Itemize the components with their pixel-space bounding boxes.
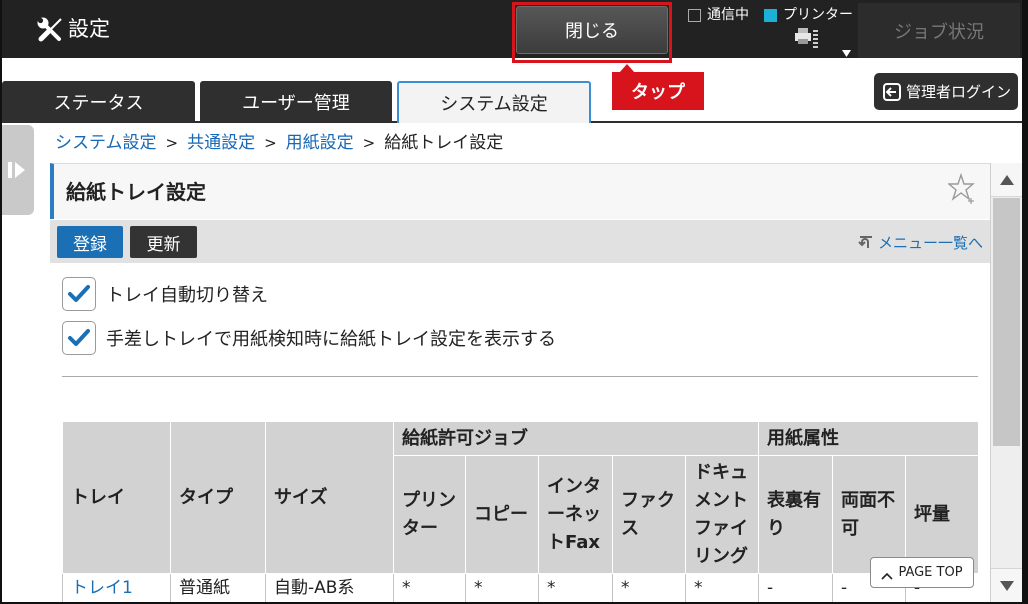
cell-job-copy: * [465, 573, 539, 602]
tab-system-settings[interactable]: システム設定 [397, 81, 591, 123]
header-size: サイズ [265, 421, 394, 574]
app-title: 設定 [68, 17, 110, 41]
checkbox-empty-icon [688, 8, 701, 22]
breadcrumb-separator: > [165, 134, 179, 152]
breadcrumb-current: 給紙トレイ設定 [384, 133, 504, 153]
tab-system-settings-label: システム設定 [440, 94, 548, 115]
header-no-duplex: 両面不可 [832, 455, 907, 574]
printer-icon [795, 27, 819, 49]
cell-tray: トレイ1 [62, 573, 171, 602]
printer-menu-button[interactable] [792, 25, 854, 57]
admin-login-button[interactable]: 管理者ログイン [874, 73, 1018, 110]
check-icon [68, 285, 90, 302]
tab-user-management[interactable]: ユーザー管理 [200, 81, 392, 122]
header-copy: コピー [465, 455, 539, 574]
login-icon [882, 82, 902, 102]
breadcrumb-link-common-settings[interactable]: 共通設定 [187, 131, 255, 155]
update-button-label: 更新 [146, 234, 181, 255]
toolbar: 登録 更新 メニュー一覧へ [50, 220, 990, 263]
tray-table-container: トレイ タイプ サイズ 給紙許可ジョブ 用紙属性 プリンター コピー インターネ… [62, 421, 978, 602]
page-title: 給紙トレイ設定 [66, 180, 206, 204]
cell-attr-front-back: - [758, 573, 834, 602]
header-type: タイプ [170, 421, 266, 574]
job-status-button[interactable]: ジョブ状況 [858, 3, 1020, 58]
cell-job-internet-fax: * [538, 573, 613, 602]
option-label: 手差しトレイで用紙検知時に給紙トレイ設定を表示する [106, 329, 556, 350]
scroll-up-button[interactable] [991, 163, 1022, 197]
cell-job-fax: * [612, 573, 686, 602]
table-row: トレイ1 普通紙 自動-AB系 * * * * * - - - [62, 573, 978, 602]
header-allowed-jobs: 給紙許可ジョブ [392, 421, 760, 456]
header-front-back: 表裏有り [758, 455, 834, 574]
page-top-button[interactable]: PAGE TOP [870, 557, 974, 588]
tray-link[interactable]: トレイ1 [71, 578, 133, 598]
divider [62, 376, 978, 377]
status-communication: 通信中 [688, 5, 749, 25]
header-paper-attributes: 用紙属性 [758, 421, 978, 456]
page-top-label: PAGE TOP [898, 565, 963, 580]
vertical-scrollbar[interactable] [990, 163, 1022, 602]
tab-status-label: ステータス [53, 92, 144, 114]
scroll-down-arrow-icon [999, 580, 1014, 591]
option-auto-tray-switch: トレイ自動切り替え [62, 277, 268, 311]
status-communication-label: 通信中 [707, 7, 749, 23]
header-document-filing: ドキュメントファイリング [684, 455, 760, 574]
page-header: 給紙トレイ設定 [50, 163, 990, 219]
auto-tray-switch-checkbox[interactable] [62, 277, 96, 311]
check-icon [68, 329, 90, 346]
star-icon[interactable] [947, 172, 976, 206]
header-weight: 坪量 [905, 455, 978, 574]
screen: 設定 閉じる 通信中 プリンター ジョブ状況 タップ ステータス ユーザー管理 … [0, 0, 1028, 604]
admin-login-label: 管理者ログイン [906, 83, 1012, 101]
cell-size: 自動-AB系 [265, 573, 394, 602]
breadcrumb-link-paper-settings[interactable]: 用紙設定 [286, 131, 354, 155]
register-button[interactable]: 登録 [57, 226, 123, 258]
scroll-up-arrow-icon [999, 174, 1014, 185]
return-icon [858, 234, 874, 250]
job-status-label: ジョブ状況 [894, 21, 984, 43]
header-internet-fax: インターネットFax [538, 455, 613, 574]
tray-table: トレイ タイプ サイズ 給紙許可ジョブ 用紙属性 プリンター コピー インターネ… [62, 421, 978, 602]
cell-job-printer: * [393, 573, 466, 602]
scrollbar-thumb[interactable] [993, 198, 1020, 446]
breadcrumb-separator: > [264, 134, 277, 152]
tools-icon [36, 16, 64, 44]
header-printer: プリンター [393, 455, 466, 574]
header-fax: ファクス [612, 455, 686, 574]
option-bypass-tray-settings: 手差しトレイで用紙検知時に給紙トレイ設定を表示する [62, 321, 556, 355]
table-header-row: トレイ タイプ サイズ 給紙許可ジョブ 用紙属性 [62, 421, 978, 574]
status-printer: プリンター [764, 5, 853, 25]
cell-job-document-filing: * [684, 573, 760, 602]
sidebar-expand-icon [8, 160, 26, 180]
dropdown-arrow-icon [842, 42, 851, 57]
menu-list-link[interactable]: メニュー一覧へ [858, 230, 983, 254]
annotation-callout: タップ [612, 72, 704, 110]
sidebar-toggle[interactable] [2, 125, 34, 215]
annotation-highlight [512, 2, 672, 63]
status-square-icon [764, 8, 777, 22]
register-button-label: 登録 [73, 234, 107, 255]
breadcrumb-link-system-settings[interactable]: システム設定 [55, 131, 157, 155]
tab-user-management-label: ユーザー管理 [242, 92, 350, 114]
breadcrumb-separator: > [362, 134, 376, 152]
status-printer-label: プリンター [783, 7, 853, 23]
tab-status[interactable]: ステータス [2, 81, 195, 122]
bypass-tray-settings-checkbox[interactable] [62, 321, 96, 355]
menu-list-link-label: メニュー一覧へ [878, 233, 984, 252]
header-tray: トレイ [62, 421, 171, 574]
cell-type: 普通紙 [170, 573, 266, 602]
breadcrumb: システム設定 > 共通設定 > 用紙設定 > 給紙トレイ設定 [55, 131, 503, 155]
scroll-down-button[interactable] [991, 568, 1022, 602]
option-label: トレイ自動切り替え [106, 285, 268, 306]
annotation-callout-label: タップ [631, 82, 685, 103]
chevron-up-icon [881, 569, 894, 580]
update-button[interactable]: 更新 [130, 226, 197, 258]
